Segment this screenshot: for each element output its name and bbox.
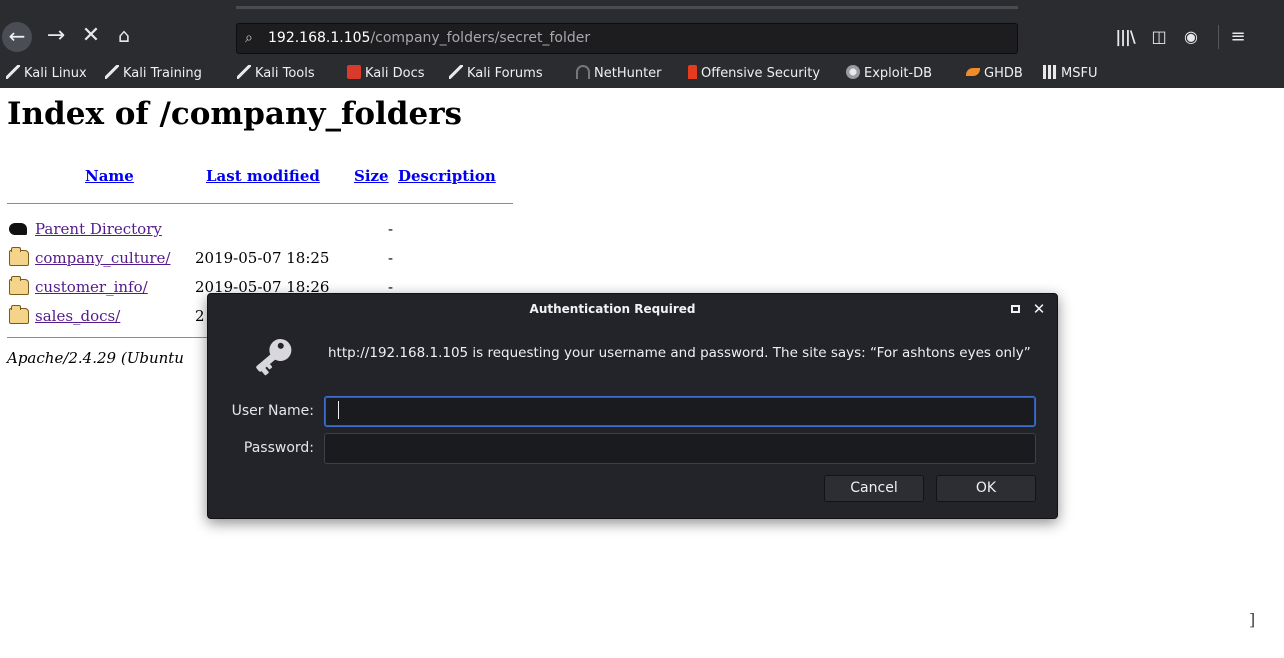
- tab-strip-indicator: [236, 6, 1018, 9]
- bookmark-label: MSFU: [1061, 66, 1098, 81]
- ok-button[interactable]: OK: [936, 475, 1036, 502]
- kali-dragon-icon: [105, 65, 119, 79]
- nethunter-icon: [576, 65, 590, 79]
- close-icon[interactable]: ✕: [1030, 298, 1048, 320]
- url-host: 192.168.1.105: [268, 30, 371, 46]
- sidebar-button[interactable]: ◫: [1146, 24, 1172, 50]
- bookmark-exploit-db[interactable]: Exploit-DB: [846, 62, 932, 88]
- toolbar-separator: [1218, 25, 1219, 49]
- entry-link[interactable]: Parent Directory: [35, 220, 162, 238]
- dialog-title: Authentication Required: [529, 302, 696, 316]
- column-header-size[interactable]: Size: [354, 167, 389, 185]
- ghdb-icon: [966, 68, 980, 76]
- bookmark-kali-forums[interactable]: Kali Forums: [449, 62, 543, 88]
- search-icon: ⌕: [245, 30, 253, 46]
- bookmark-label: Offensive Security: [701, 66, 821, 81]
- dialog-message: http://192.168.1.105 is requesting your …: [328, 345, 1031, 361]
- home-icon: ⌂: [117, 25, 131, 47]
- url-path: /company_folders/secret_folder: [370, 30, 591, 46]
- back-icon: [9, 223, 27, 235]
- username-field[interactable]: [324, 396, 1036, 427]
- browser-toolbar: ← → ✕ ⌂ ⌕ 192.168.1.105/company_folders/…: [0, 0, 1284, 62]
- bookmark-nethunter[interactable]: NetHunter: [576, 62, 662, 88]
- sidebar-icon: ◫: [1151, 27, 1167, 46]
- password-field[interactable]: [324, 433, 1036, 464]
- url-bar[interactable]: ⌕ 192.168.1.105/company_folders/secret_f…: [236, 23, 1018, 54]
- back-arrow-icon: ←: [8, 24, 26, 48]
- bookmark-kali-docs[interactable]: Kali Docs: [347, 62, 425, 88]
- bookmark-label: Kali Docs: [365, 66, 425, 81]
- page-title: Index of /company_folders: [7, 96, 462, 132]
- kali-dragon-icon: [237, 65, 251, 79]
- entry-link[interactable]: customer_info/: [35, 278, 148, 296]
- home-button[interactable]: ⌂: [110, 24, 138, 48]
- bookmark-label: Kali Linux: [24, 66, 87, 81]
- key-icon: [256, 339, 292, 376]
- kali-docs-icon: [347, 65, 361, 79]
- entry-link[interactable]: company_culture/: [35, 249, 170, 267]
- bookmark-ghdb[interactable]: GHDB: [966, 62, 1023, 88]
- entry-date: 2: [195, 307, 205, 325]
- bookmark-label: NetHunter: [594, 66, 662, 81]
- msfu-icon: [1043, 65, 1057, 79]
- bookmark-kali-linux[interactable]: Kali Linux: [6, 62, 87, 88]
- bookmark-label: Kali Training: [123, 66, 202, 81]
- kali-dragon-icon: [6, 65, 20, 79]
- stop-button[interactable]: ✕: [77, 24, 105, 48]
- bookmark-label: Kali Tools: [255, 66, 315, 81]
- forward-button[interactable]: →: [42, 24, 70, 48]
- header-divider: [7, 203, 513, 204]
- folder-icon: [9, 247, 29, 266]
- offsec-icon: [688, 65, 697, 79]
- bookmark-label: Kali Forums: [467, 66, 543, 81]
- menu-button[interactable]: ≡: [1225, 24, 1251, 50]
- auth-dialog: Authentication Required ✕ http://192.168…: [207, 293, 1058, 519]
- dialog-titlebar[interactable]: Authentication Required ✕: [208, 294, 1057, 324]
- password-label: Password:: [243, 440, 314, 456]
- maximize-icon[interactable]: [1011, 305, 1020, 313]
- bookmark-offensive-security[interactable]: Offensive Security: [688, 62, 820, 88]
- bookmark-kali-tools[interactable]: Kali Tools: [237, 62, 315, 88]
- url-text: 192.168.1.105/company_folders/secret_fol…: [268, 24, 590, 53]
- library-icon: |||\: [1115, 27, 1135, 46]
- account-button[interactable]: ◉: [1178, 24, 1204, 50]
- account-icon: ◉: [1184, 27, 1198, 46]
- column-header-description[interactable]: Description: [398, 167, 496, 185]
- page-edge-marker: ]: [1249, 610, 1256, 629]
- back-button[interactable]: ←: [2, 22, 32, 52]
- kali-dragon-icon: [449, 65, 463, 79]
- entry-size: -: [388, 249, 394, 267]
- forward-arrow-icon: →: [46, 23, 66, 48]
- cancel-button[interactable]: Cancel: [824, 475, 924, 502]
- menu-icon: ≡: [1230, 26, 1246, 47]
- server-signature: Apache/2.4.29 (Ubuntu: [7, 349, 184, 367]
- username-label: User Name:: [231, 403, 314, 419]
- entry-link[interactable]: sales_docs/: [35, 307, 120, 325]
- folder-icon: [9, 305, 29, 324]
- bookmark-kali-training[interactable]: Kali Training: [105, 62, 202, 88]
- stop-icon: ✕: [81, 23, 101, 48]
- bookmark-msfu[interactable]: MSFU: [1043, 62, 1097, 88]
- entry-date: 2019-05-07 18:25: [195, 249, 330, 267]
- library-button[interactable]: |||\: [1112, 24, 1138, 50]
- bookmarks-bar: Kali Linux Kali Training Kali Tools Kali…: [0, 62, 1284, 88]
- entry-size: -: [388, 220, 394, 238]
- text-caret: [338, 401, 339, 419]
- column-header-name[interactable]: Name: [85, 167, 134, 185]
- column-header-last-modified[interactable]: Last modified: [206, 167, 320, 185]
- exploit-db-icon: [846, 65, 860, 79]
- bookmark-label: GHDB: [984, 66, 1023, 81]
- folder-icon: [9, 276, 29, 295]
- bookmark-label: Exploit-DB: [864, 66, 933, 81]
